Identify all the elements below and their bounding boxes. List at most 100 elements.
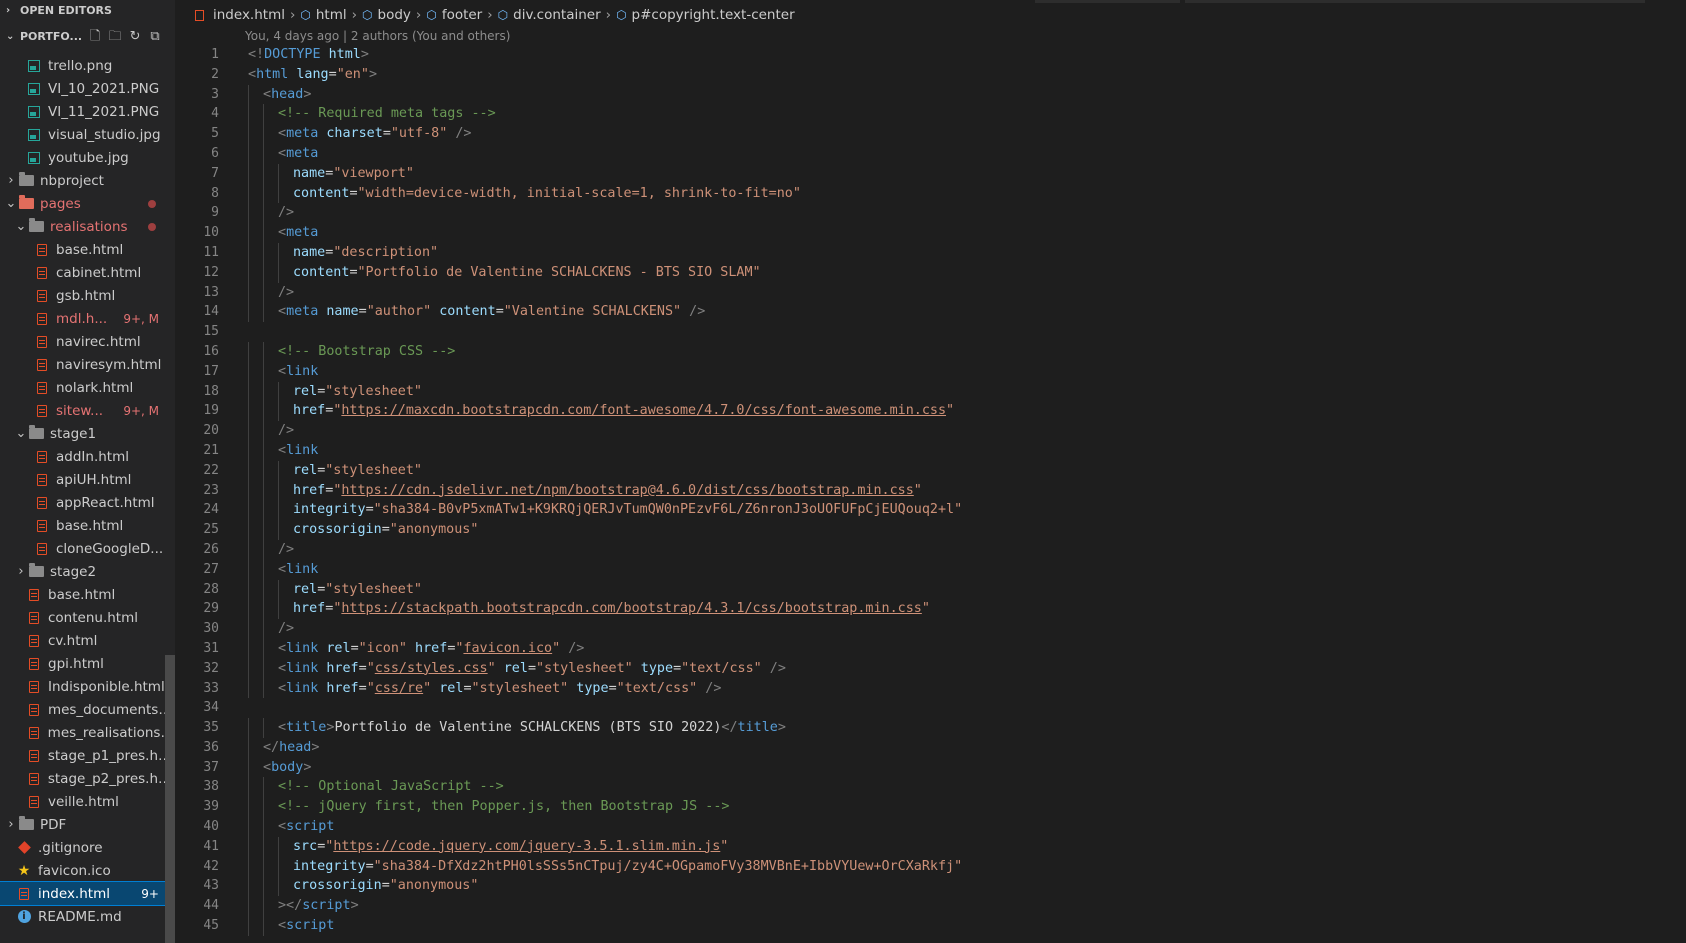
tree-file[interactable]: addIn.html [0, 445, 175, 468]
code-line[interactable]: 21 <link [175, 440, 1686, 461]
code-line[interactable]: 12 content="Portfolio de Valentine SCHALC… [175, 262, 1686, 283]
code-line[interactable]: 15 [175, 322, 1686, 342]
code-token[interactable]: favicon.ico [463, 641, 552, 656]
code-line[interactable]: 14 <meta name="author" content="Valentine… [175, 302, 1686, 323]
tree-folder[interactable]: ⌄ realisations [0, 215, 175, 238]
tree-folder[interactable]: › PDF [0, 813, 175, 836]
code-line[interactable]: 26 /> [175, 539, 1686, 560]
code-token[interactable]: css/re [375, 681, 423, 696]
collapse-all-icon[interactable]: ⧉ [148, 29, 162, 44]
tree-folder[interactable]: ⌄ pages [0, 192, 175, 215]
code-line[interactable]: 42 integrity="sha384-DfXdz2htPH0lsSSs5nCT… [175, 856, 1686, 877]
tree-file[interactable]: youtube.jpg [0, 146, 175, 169]
tree-file[interactable]: sitew... 9+, M [0, 399, 175, 422]
sidebar-scrollbar[interactable] [165, 655, 175, 943]
breadcrumb-item[interactable]: ⬡ p#copyright.text-center [616, 7, 795, 23]
breadcrumb-item[interactable]: ⬡ footer [426, 7, 482, 23]
new-file-icon[interactable]: 🗋 [88, 29, 102, 44]
code-line[interactable]: 24 integrity="sha384-B0vP5xmATw1+K9KRQjQE… [175, 500, 1686, 521]
code-line[interactable]: 33 <link href="css/re" rel="stylesheet" t… [175, 678, 1686, 699]
tree-file[interactable]: base.html [0, 514, 175, 537]
code-line[interactable]: 41 src="https://code.jquery.com/jquery-3.… [175, 836, 1686, 857]
tree-file[interactable]: appReact.html [0, 491, 175, 514]
code-line[interactable]: 18 rel="stylesheet" [175, 381, 1686, 402]
tree-file[interactable]: VI_11_2021.PNG [0, 100, 175, 123]
tree-file[interactable]: VI_10_2021.PNG [0, 77, 175, 100]
code-line[interactable]: 44 ></script> [175, 896, 1686, 917]
tree-file[interactable]: base.html [0, 583, 175, 606]
code-line[interactable]: 29 href="https://stackpath.bootstrapcdn.c… [175, 599, 1686, 620]
code-line[interactable]: 25 crossorigin="anonymous" [175, 520, 1686, 540]
code-line[interactable]: 32 <link href="css/styles.css" rel="style… [175, 658, 1686, 679]
code-token[interactable]: https://maxcdn.bootstrapcdn.com/font-awe… [341, 403, 946, 418]
code-line[interactable]: 11 name="description" [175, 242, 1686, 263]
refresh-icon[interactable]: ↻ [128, 29, 142, 44]
code-line[interactable]: 23 href="https://cdn.jsdelivr.net/npm/boo… [175, 480, 1686, 501]
code-line[interactable]: 20 /> [175, 421, 1686, 441]
tree-file[interactable]: visual_studio.jpg [0, 123, 175, 146]
code-line[interactable]: 22 rel="stylesheet" [175, 460, 1686, 481]
tree-file[interactable]: base.html [0, 238, 175, 261]
code-line[interactable]: 36 </head> [175, 737, 1686, 758]
code-line[interactable]: 17 <link [175, 361, 1686, 382]
code-line[interactable]: 19 href="https://maxcdn.bootstrapcdn.com/… [175, 401, 1686, 422]
tree-file[interactable]: ★ favicon.ico [0, 859, 175, 882]
code-line[interactable]: 38 <!-- Optional JavaScript --> [175, 777, 1686, 798]
code-line[interactable]: 27 <link [175, 559, 1686, 580]
tree-file[interactable]: mes_documents.... [0, 698, 175, 721]
tree-file[interactable]: Indisponible.html [0, 675, 175, 698]
breadcrumb-item[interactable]: ⬡ div.container [498, 7, 601, 23]
tree-file[interactable]: veille.html [0, 790, 175, 813]
tree-file[interactable]: naviresym.html [0, 353, 175, 376]
tree-file[interactable]: cloneGoogleD... [0, 537, 175, 560]
tree-file[interactable]: i README.md [0, 905, 175, 928]
code-line[interactable]: 4 <!-- Required meta tags --> [175, 104, 1686, 125]
tree-file[interactable]: contenu.html [0, 606, 175, 629]
tree-file[interactable]: apiUH.html [0, 468, 175, 491]
code-line[interactable]: 5 <meta charset="utf-8" /> [175, 124, 1686, 144]
breadcrumb-item[interactable]: ⬡ body [362, 7, 411, 23]
code-line[interactable]: 40 <script [175, 817, 1686, 837]
code-line[interactable]: 10 <meta [175, 223, 1686, 243]
code-line[interactable]: 7 name="viewport" [175, 163, 1686, 184]
tree-file[interactable]: mes_realisations.... [0, 721, 175, 744]
code-line[interactable]: 37 <body> [175, 757, 1686, 778]
tree-file[interactable]: cabinet.html [0, 261, 175, 284]
code-line[interactable]: 34 [175, 698, 1686, 718]
git-blame-annotation[interactable]: You, 4 days ago | 2 authors (You and oth… [245, 29, 510, 43]
code-line[interactable]: 8 content="width=device-width, initial-sc… [175, 183, 1686, 204]
code-line[interactable]: 35 <title>Portfolio de Valentine SCHALCKE… [175, 718, 1686, 738]
tree-file[interactable]: stage_p2_pres.ht... [0, 767, 175, 790]
code-line[interactable]: 31 <link rel="icon" href="favicon.ico" /> [175, 638, 1686, 659]
code-line[interactable]: 16 <!-- Bootstrap CSS --> [175, 341, 1686, 362]
tree-file[interactable]: trello.png [0, 54, 175, 77]
open-editors-header[interactable]: › OPEN EDITORS [0, 0, 175, 22]
code-line[interactable]: 3 <head> [175, 84, 1686, 105]
code-line[interactable]: 1 <!DOCTYPE html> [175, 45, 1686, 65]
code-area[interactable]: 1 <!DOCTYPE html> 2 <html lang="en"> 3 <head>… [175, 45, 1686, 936]
code-line[interactable]: 13 /> [175, 282, 1686, 303]
tree-file[interactable]: gpi.html [0, 652, 175, 675]
new-folder-icon[interactable]: 🗀 [108, 29, 122, 44]
tree-file[interactable]: stage_p1_pres.ht... [0, 744, 175, 767]
tree-folder[interactable]: › nbproject [0, 169, 175, 192]
code-token[interactable]: https://stackpath.bootstrapcdn.com/boots… [341, 601, 921, 616]
code-line[interactable]: 9 /> [175, 203, 1686, 224]
tree-file[interactable]: .gitignore [0, 836, 175, 859]
tree-file[interactable]: mdl.h... 9+, M [0, 307, 175, 330]
code-line[interactable]: 43 crossorigin="anonymous" [175, 876, 1686, 897]
code-line[interactable]: 45 <script [175, 916, 1686, 936]
workspace-header[interactable]: ⌄ PORTFO... 🗋 🗀 ↻ ⧉ [0, 26, 175, 48]
code-line[interactable]: 2 <html lang="en"> [175, 65, 1686, 85]
code-token[interactable]: css/styles.css [375, 661, 488, 676]
code-line[interactable]: 30 /> [175, 619, 1686, 639]
tree-file[interactable]: cv.html [0, 629, 175, 652]
code-line[interactable]: 6 <meta [175, 143, 1686, 164]
tree-file[interactable]: index.html 9+ [0, 881, 175, 906]
tree-file[interactable]: nolark.html [0, 376, 175, 399]
tree-folder[interactable]: › stage2 [0, 560, 175, 583]
tree-file[interactable]: navirec.html [0, 330, 175, 353]
breadcrumb-item[interactable]: ⬡ html [300, 7, 346, 23]
tree-folder[interactable]: ⌄ stage1 [0, 422, 175, 445]
tree-file[interactable]: gsb.html [0, 284, 175, 307]
